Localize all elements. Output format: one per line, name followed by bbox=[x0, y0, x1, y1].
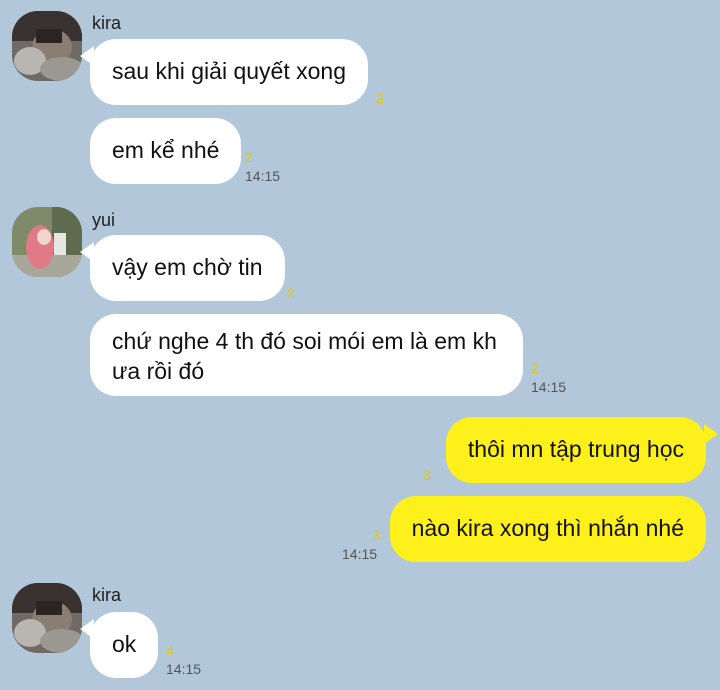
message-text: nào kira xong thì nhắn nhé bbox=[411, 515, 684, 541]
message-time: 14:15 bbox=[531, 379, 567, 395]
avatar-yui[interactable] bbox=[12, 207, 82, 277]
message-text: ok bbox=[112, 631, 137, 657]
message-bubble[interactable]: em kể nhé bbox=[90, 118, 242, 184]
message-time: 14:15 bbox=[245, 168, 281, 184]
message-bubble[interactable]: vậy em chờ tin bbox=[90, 235, 285, 301]
message-text: sau khi giải quyết xong bbox=[112, 58, 346, 84]
message-bubble[interactable]: thôi mn tập trung học bbox=[445, 417, 706, 483]
unread-count: 3 bbox=[423, 467, 431, 483]
message-text: vậy em chờ tin bbox=[112, 254, 263, 280]
avatar-kira[interactable] bbox=[12, 583, 82, 653]
sender-name-yui: yui bbox=[92, 210, 116, 230]
unread-count: 2 bbox=[287, 285, 295, 301]
message-text: thôi mn tập trung học bbox=[467, 436, 684, 462]
message-bubble[interactable]: ok bbox=[90, 612, 159, 678]
kira-avatar-icon bbox=[12, 583, 82, 653]
unread-count: 4 bbox=[166, 642, 174, 658]
bubble-tail bbox=[704, 424, 718, 444]
unread-count: 2 bbox=[245, 149, 253, 165]
yui-avatar-icon bbox=[12, 207, 82, 277]
message-time: 14:15 bbox=[166, 661, 202, 677]
unread-count: 3 bbox=[372, 527, 380, 543]
avatar-kira[interactable] bbox=[12, 11, 82, 81]
message-bubble[interactable]: nào kira xong thì nhắn nhé bbox=[389, 496, 706, 562]
message-text-line: ưa rồi đó bbox=[112, 358, 205, 384]
unread-count: 2 bbox=[531, 360, 539, 376]
sender-name-kira: kira bbox=[92, 585, 122, 605]
kira-avatar-icon bbox=[12, 11, 82, 81]
sender-name-kira: kira bbox=[92, 13, 122, 33]
message-text: em kể nhé bbox=[112, 137, 220, 163]
message-text-line: chứ nghe 4 th đó soi mói em là em kh bbox=[112, 328, 497, 354]
unread-count: 2 bbox=[376, 90, 384, 106]
message-bubble[interactable]: chứ nghe 4 th đó soi mói em là em kh ưa … bbox=[90, 314, 523, 396]
message-time: 14:15 bbox=[342, 546, 378, 562]
message-bubble[interactable]: sau khi giải quyết xong bbox=[90, 39, 368, 105]
